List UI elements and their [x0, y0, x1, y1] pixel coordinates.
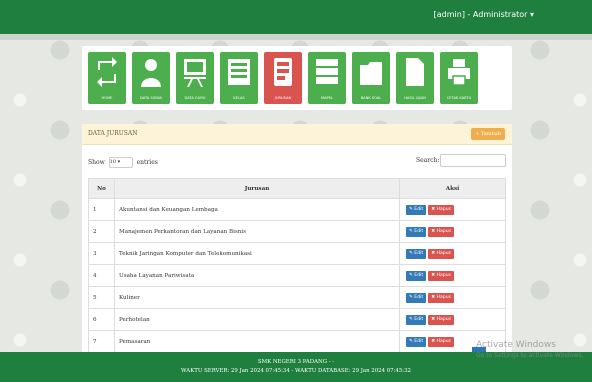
- menu-label: DATA SISWA: [140, 96, 162, 100]
- menu-mapel[interactable]: MAPEL: [308, 52, 346, 104]
- menu-label: MAPEL: [321, 96, 333, 100]
- watermark-subtitle: Go to Settings to activate Windows.: [476, 352, 584, 359]
- row-actions: ✎ Edit ✖ Hapus: [399, 308, 506, 331]
- table-row: 6 Perhotelan ✎ Edit ✖ Hapus: [88, 308, 506, 331]
- col-aksi[interactable]: Aksi: [399, 178, 506, 199]
- row-no: 4: [88, 264, 115, 287]
- activate-windows-watermark: Activate Windows Go to Settings to activ…: [476, 340, 583, 359]
- table-row: 1 Akuntansi dan Keuangan Lembaga ✎ Edit ✖…: [88, 198, 506, 221]
- row-no: 3: [88, 242, 115, 265]
- row-no: 5: [88, 286, 115, 309]
- add-button[interactable]: + Tambah: [471, 128, 505, 140]
- presentation-icon: [184, 59, 206, 87]
- row-jurusan: Pemasaran: [114, 330, 400, 353]
- row-actions: ✎ Edit ✖ Hapus: [399, 264, 506, 287]
- show-label: Show: [88, 159, 105, 166]
- hapus-button[interactable]: ✖ Hapus: [428, 336, 455, 347]
- search-input[interactable]: [440, 154, 506, 167]
- search-label: Search:: [416, 157, 440, 164]
- user-icon: [141, 59, 161, 87]
- printer-icon: [448, 59, 470, 86]
- menu-bank-soal[interactable]: BANK SOAL: [352, 52, 390, 104]
- entries-control: Show 10 ▾ entries: [88, 157, 158, 168]
- jurusan-table: No Jurusan Aksi 1 Akuntansi dan Keuangan…: [88, 178, 506, 353]
- menu-jurusan[interactable]: JURUSAN: [264, 52, 302, 104]
- table-row: 2 Manajemen Perkantoran dan Layanan Bisn…: [88, 220, 506, 243]
- menu-cetak-kartu[interactable]: CETAK KARTU: [440, 52, 478, 104]
- table-header-row: No Jurusan Aksi: [88, 178, 506, 199]
- entries-value: 10: [109, 159, 117, 165]
- row-jurusan: Manajemen Perkantoran dan Layanan Bisnis: [114, 220, 400, 243]
- menu-data-siswa[interactable]: DATA SISWA: [132, 52, 170, 104]
- menu-label: JURUSAN: [274, 96, 292, 100]
- hapus-button[interactable]: ✖ Hapus: [428, 270, 455, 281]
- footer-time: WAKTU SERVER: 29 Jan 2024 07:45:34 - WAK…: [181, 368, 411, 374]
- edit-button[interactable]: ✎ Edit: [406, 270, 427, 281]
- col-jurusan[interactable]: Jurusan: [114, 178, 400, 199]
- row-jurusan: Kuliner: [114, 286, 400, 309]
- watermark-title: Activate Windows: [476, 340, 556, 350]
- edit-button[interactable]: ✎ Edit: [406, 204, 427, 215]
- hapus-button[interactable]: ✖ Hapus: [428, 226, 455, 237]
- data-jurusan-panel: DATA JURUSAN + Tambah Show 10 ▾ entries …: [82, 124, 512, 354]
- menu-data-guru[interactable]: DATA GURU: [176, 52, 214, 104]
- entries-select[interactable]: 10 ▾: [108, 157, 133, 168]
- menu-label: DATA GURU: [184, 96, 206, 100]
- row-actions: ✎ Edit ✖ Hapus: [399, 286, 506, 309]
- menu-label: BANK SOAL: [360, 96, 382, 100]
- server-icon: [316, 59, 338, 84]
- row-no: 2: [88, 220, 115, 243]
- edit-button[interactable]: ✎ Edit: [406, 336, 427, 347]
- menu-hasil-ujian[interactable]: HASIL UJIAN: [396, 52, 434, 104]
- navbar-shadow: [0, 34, 592, 40]
- edit-button[interactable]: ✎ Edit: [406, 248, 427, 259]
- top-navbar: [admin] - Administrator ▾: [0, 0, 592, 34]
- user-menu[interactable]: [admin] - Administrator ▾: [434, 10, 534, 19]
- file-icon: [406, 58, 424, 86]
- hapus-button[interactable]: ✖ Hapus: [428, 314, 455, 325]
- row-jurusan: Akuntansi dan Keuangan Lembaga: [114, 198, 400, 221]
- row-no: 7: [88, 330, 115, 353]
- table-row: 3 Teknik Jaringan Komputer dan Telekomun…: [88, 242, 506, 265]
- row-actions: ✎ Edit ✖ Hapus: [399, 220, 506, 243]
- row-no: 1: [88, 198, 115, 221]
- table-row: 4 Usaha Layanan Pariwisata ✎ Edit ✖ Hapus: [88, 264, 506, 287]
- hapus-button[interactable]: ✖ Hapus: [428, 292, 455, 303]
- hapus-button[interactable]: ✖ Hapus: [428, 248, 455, 259]
- menu-home[interactable]: HOME: [88, 52, 126, 104]
- row-jurusan: Teknik Jaringan Komputer dan Telekomunik…: [114, 242, 400, 265]
- menu-label: HOME: [101, 96, 113, 100]
- menu-label: KELAS: [233, 96, 245, 100]
- refresh-icon: [97, 57, 117, 87]
- row-actions: ✎ Edit ✖ Hapus: [399, 242, 506, 265]
- list-icon: [228, 59, 250, 85]
- table-row: 5 Kuliner ✎ Edit ✖ Hapus: [88, 286, 506, 309]
- panel-title: DATA JURUSAN: [88, 130, 138, 137]
- col-no[interactable]: No: [88, 178, 115, 199]
- menu-label: HASIL UJIAN: [404, 96, 426, 100]
- menu-kelas[interactable]: KELAS: [220, 52, 258, 104]
- footer-school: SMK NEGERI 3 PADANG - -: [257, 359, 335, 365]
- edit-button[interactable]: ✎ Edit: [406, 226, 427, 237]
- row-jurusan: Usaha Layanan Pariwisata: [114, 264, 400, 287]
- main-menu: HOME DATA SISWA DATA GURU KELAS JURUSAN …: [82, 46, 512, 110]
- tasks-icon: [274, 58, 292, 86]
- hapus-button[interactable]: ✖ Hapus: [428, 204, 455, 215]
- folder-icon: [360, 62, 382, 85]
- panel-header: DATA JURUSAN + Tambah: [82, 124, 512, 145]
- edit-button[interactable]: ✎ Edit: [406, 292, 427, 303]
- entries-label: entries: [136, 159, 158, 166]
- table-row: 7 Pemasaran ✎ Edit ✖ Hapus: [88, 330, 506, 353]
- menu-label: CETAK KARTU: [446, 96, 472, 100]
- row-actions: ✎ Edit ✖ Hapus: [399, 198, 506, 221]
- row-jurusan: Perhotelan: [114, 308, 400, 331]
- row-no: 6: [88, 308, 115, 331]
- edit-button[interactable]: ✎ Edit: [406, 314, 427, 325]
